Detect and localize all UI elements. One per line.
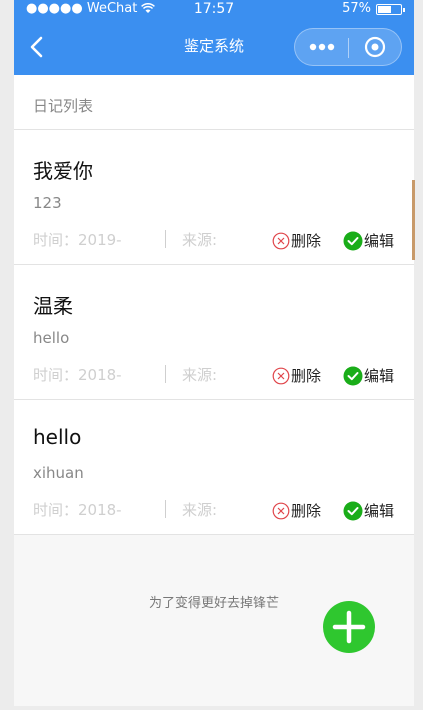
battery-percent: 57% (342, 1, 371, 16)
delete-label: 删除 (291, 367, 322, 385)
window-edge (412, 180, 415, 260)
entry-divider (165, 500, 166, 518)
entry-divider (165, 230, 166, 248)
entry-body: xihuan (33, 464, 84, 482)
list-item: 温柔 hello 时间：2018- 来源: 删除 编辑 (14, 265, 414, 400)
status-bar: ●●●●● WeChat 17:57 57% (14, 0, 414, 18)
entry-body: 123 (33, 194, 62, 212)
section-header: 日记列表 (14, 75, 414, 130)
entry-title: 我爱你 (33, 159, 93, 183)
battery-icon (376, 3, 405, 15)
entry-source: 来源: (182, 501, 218, 519)
check-circle-icon (343, 501, 363, 520)
edit-label: 编辑 (364, 232, 395, 250)
entry-divider (165, 365, 166, 383)
close-program-button[interactable] (349, 29, 401, 65)
close-circle-icon (272, 367, 290, 384)
diary-list: 日记列表 我爱你 123 时间：2019- 来源: 删除 编辑 温柔 hello… (14, 75, 414, 535)
more-dots-icon (309, 43, 335, 51)
entry-time: 时间：2019- (33, 231, 122, 249)
delete-label: 删除 (291, 502, 322, 520)
battery-level (378, 5, 391, 13)
entry-source: 来源: (182, 231, 218, 249)
entry-source: 来源: (182, 366, 218, 384)
phone-screen: ●●●●● WeChat 17:57 57% 鉴定系统 日记列表 我爱你 123… (14, 0, 414, 706)
mini-program-capsule (294, 28, 402, 66)
edit-label: 编辑 (364, 367, 395, 385)
target-icon (364, 36, 386, 58)
close-circle-icon (272, 232, 290, 249)
check-circle-icon (343, 366, 363, 385)
check-circle-icon (343, 231, 363, 250)
plus-icon (332, 610, 366, 644)
edit-label: 编辑 (364, 502, 395, 520)
entry-time: 时间：2018- (33, 501, 122, 519)
delete-label: 删除 (291, 232, 322, 250)
more-button[interactable] (295, 29, 348, 65)
delete-button[interactable]: 删除 (272, 365, 321, 386)
entry-body: hello (33, 329, 70, 347)
close-circle-icon (272, 502, 290, 519)
delete-button[interactable]: 删除 (272, 230, 321, 251)
list-item: hello xihuan 时间：2018- 来源: 删除 编辑 (14, 400, 414, 535)
entry-time: 时间：2018- (33, 366, 122, 384)
list-item: 我爱你 123 时间：2019- 来源: 删除 编辑 (14, 130, 414, 265)
entry-title: hello (33, 425, 82, 449)
add-entry-button[interactable] (323, 601, 375, 653)
edit-button[interactable]: 编辑 (343, 365, 394, 386)
battery-status: 57% (342, 0, 405, 18)
delete-button[interactable]: 删除 (272, 500, 321, 521)
edit-button[interactable]: 编辑 (343, 500, 394, 521)
entry-title: 温柔 (33, 294, 73, 318)
navigation-bar: 鉴定系统 (14, 18, 414, 75)
edit-button[interactable]: 编辑 (343, 230, 394, 251)
